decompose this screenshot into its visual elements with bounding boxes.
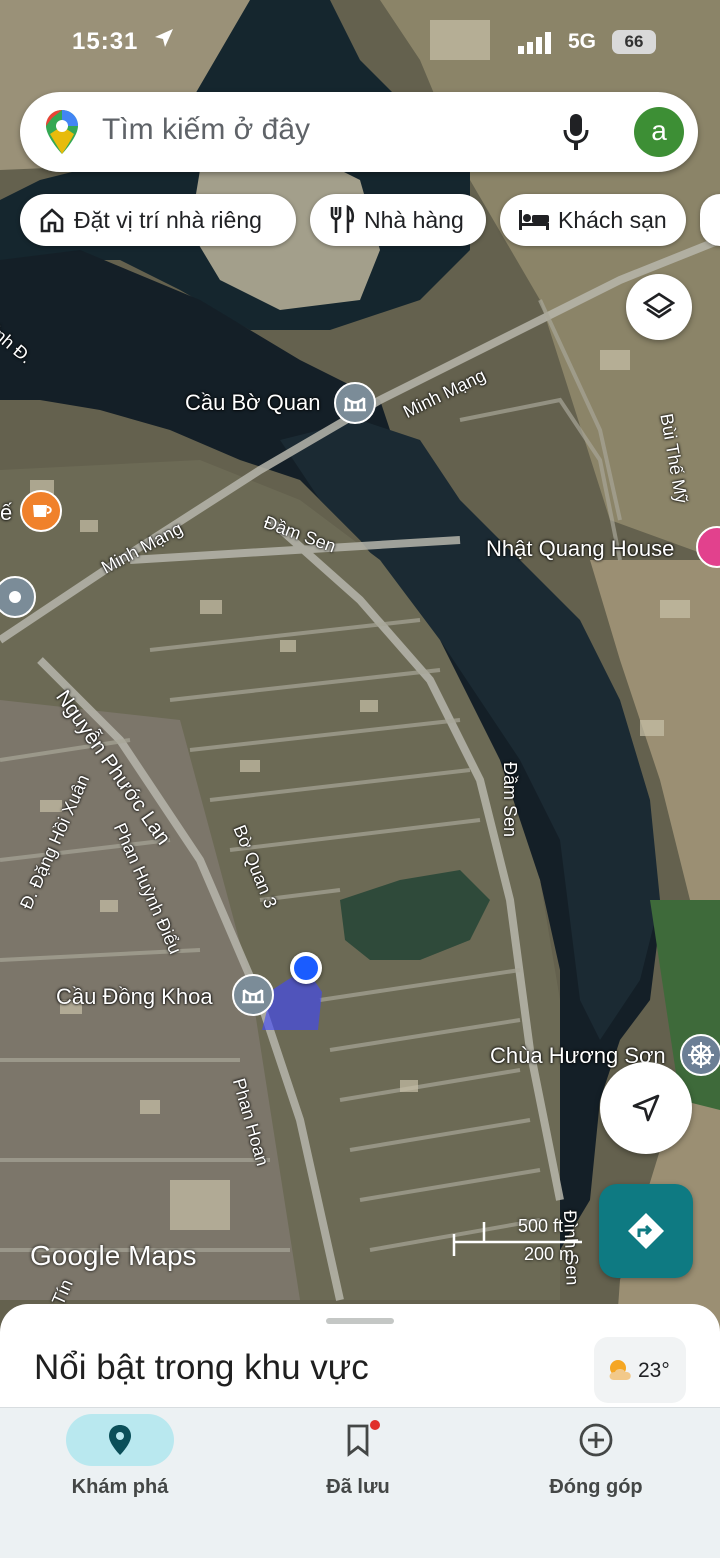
place-label-bridge[interactable]: Cầu Bờ Quan bbox=[185, 390, 321, 416]
microphone-icon[interactable] bbox=[560, 112, 592, 157]
chip-hotels[interactable]: Khách sạn bbox=[500, 194, 686, 246]
pagoda-icon[interactable] bbox=[680, 1034, 720, 1076]
map-scale: 500 ft 200 m bbox=[452, 1212, 592, 1266]
nav-tab-label: Khám phá bbox=[71, 1476, 169, 1498]
place-label-cafe[interactable]: ế bbox=[0, 500, 12, 526]
google-maps-pin-icon bbox=[46, 110, 78, 159]
place-pin-icon[interactable] bbox=[0, 576, 36, 618]
scale-feet: 500 ft bbox=[518, 1216, 564, 1236]
directions-button[interactable] bbox=[599, 1184, 693, 1278]
battery-indicator: 66 bbox=[612, 30, 656, 54]
road-label: Đầm Sen bbox=[500, 762, 520, 838]
status-bar: 15:31 5G 66 bbox=[0, 22, 720, 62]
chip-set-home[interactable]: Đặt vị trí nhà riêng bbox=[20, 194, 296, 246]
bridge-icon[interactable] bbox=[334, 382, 376, 424]
cafe-icon[interactable] bbox=[20, 490, 62, 532]
weather-widget[interactable]: 23° bbox=[594, 1337, 686, 1403]
nav-tab-saved[interactable]: Đã lưu bbox=[268, 1408, 448, 1518]
home-icon bbox=[40, 208, 64, 233]
hotel-icon bbox=[519, 210, 549, 230]
chip-label: Nhà hàng bbox=[364, 206, 464, 233]
nav-tab-explore[interactable]: Khám phá bbox=[30, 1408, 210, 1518]
bottom-navigation: Khám phá Đã lưu Đóng góp bbox=[0, 1407, 720, 1558]
network-type: 5G bbox=[568, 30, 597, 53]
sheet-title: Nổi bật trong khu vực bbox=[34, 1348, 369, 1387]
sheet-drag-handle[interactable] bbox=[326, 1318, 394, 1324]
chip-label: Khách sạn bbox=[558, 206, 667, 233]
place-label-bridge[interactable]: Cầu Đồng Khoa bbox=[56, 984, 213, 1010]
my-location-button[interactable] bbox=[600, 1062, 692, 1154]
status-time: 15:31 bbox=[72, 28, 139, 55]
temperature: 23° bbox=[638, 1359, 670, 1382]
google-maps-watermark: Google Maps bbox=[30, 1240, 197, 1271]
search-bar[interactable]: Tìm kiếm ở đây a bbox=[20, 92, 698, 172]
scale-meters: 200 m bbox=[524, 1244, 575, 1264]
layers-icon bbox=[643, 292, 675, 319]
signal-icon bbox=[518, 32, 554, 61]
place-label-hotel[interactable]: Nhật Quang House bbox=[486, 536, 674, 562]
current-location-dot bbox=[290, 952, 322, 984]
location-dot-inner bbox=[294, 956, 318, 980]
nav-tab-label: Đóng góp bbox=[549, 1476, 643, 1498]
nav-tab-contribute[interactable]: Đóng góp bbox=[506, 1408, 686, 1518]
partly-cloudy-icon bbox=[609, 1360, 631, 1380]
bridge-icon[interactable] bbox=[232, 974, 274, 1016]
navigation-arrow-icon bbox=[632, 1094, 660, 1122]
directions-icon bbox=[628, 1213, 664, 1249]
layers-button[interactable] bbox=[626, 274, 692, 340]
search-input[interactable]: Tìm kiếm ở đây bbox=[102, 113, 310, 147]
add-circle-icon bbox=[579, 1423, 613, 1457]
notification-dot bbox=[370, 1420, 380, 1430]
chip-label: Đặt vị trí nhà riêng bbox=[74, 206, 262, 233]
location-arrow-icon bbox=[152, 26, 176, 57]
nav-tab-label: Đã lưu bbox=[326, 1476, 390, 1498]
chip-restaurants[interactable]: Nhà hàng bbox=[310, 194, 486, 246]
account-avatar[interactable]: a bbox=[634, 107, 684, 157]
restaurant-icon bbox=[330, 205, 355, 233]
location-pin-icon bbox=[109, 1425, 131, 1455]
